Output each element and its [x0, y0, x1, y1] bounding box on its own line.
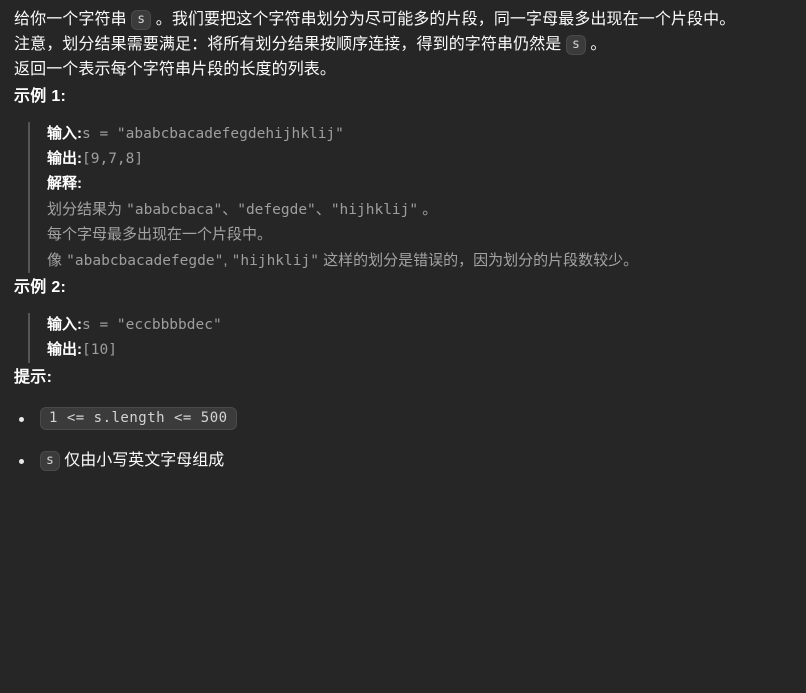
list-item: s 仅由小写英文字母组成	[14, 449, 800, 473]
example-1-explanation-fragment: 、	[222, 200, 238, 218]
problem-description-page: 给你一个字符串 s 。我们要把这个字符串划分为尽可能多的片段，同一字母最多出现在…	[0, 0, 806, 473]
example-1-explanation-code: "hijhklij"	[231, 252, 319, 269]
example-1-explanation-fragment: 。	[418, 200, 438, 218]
hints-heading: 提示:	[14, 368, 53, 386]
example-1-explanation-fragment: 每个字母最多出现在一个片段中。	[47, 226, 273, 244]
example-1-heading: 示例 1:	[14, 88, 67, 106]
example-1-output-label: 输出:	[47, 150, 82, 168]
example-1-input-line: 输入:s = "ababcbacadefegdehijhklij"	[47, 122, 800, 147]
inline-code-s: s	[565, 34, 586, 55]
hints-list: 1 <= s.length <= 500 s 仅由小写英文字母组成	[14, 406, 800, 473]
paragraph-1-before: 给你一个字符串	[14, 11, 132, 28]
example-1-explanation-text: 划分结果为 "ababcbaca"、"defegde"、"hijhklij" 。	[47, 197, 800, 222]
example-1-explanation-line: 解释:	[47, 172, 800, 197]
example-2-input-value: s = "eccbbbbdec"	[82, 316, 222, 333]
example-2-output-label: 输出:	[47, 340, 82, 358]
inline-code-s: s	[131, 10, 152, 30]
example-1-explanation-code: "defegde"	[237, 201, 316, 218]
example-1-input-value: s = "ababcbacadefegdehijhklij"	[82, 126, 344, 143]
example-1-block: 输入:s = "ababcbacadefegdehijhklij" 输出:[9,…	[28, 122, 800, 273]
example-1-explanation-fragment: 划分结果为	[47, 200, 127, 218]
example-1-explanation-code: "hijhklij"	[330, 201, 419, 218]
example-1-explanation-fragment: 像	[47, 251, 67, 269]
hint-code-s: s	[40, 451, 60, 472]
example-2-block: 输入:s = "eccbbbbdec" 输出:[10]	[28, 312, 800, 363]
example-2-output-line: 输出:[10]	[47, 338, 800, 363]
example-1-explanation-code: "ababcbaca"	[126, 201, 223, 218]
paragraph-2: 注意，划分结果需要满足：将所有划分结果按顺序连接，得到的字符串仍然是 s 。	[14, 33, 800, 58]
example-2-input-line: 输入:s = "eccbbbbdec"	[47, 313, 800, 338]
example-2-heading: 示例 2:	[14, 278, 67, 296]
example-1-explanation-fragment: 、	[315, 200, 331, 218]
example-1-explanation-label: 解释:	[47, 175, 82, 193]
example-1-output-value: [9,7,8]	[82, 151, 144, 168]
example-1-explanation-body: 划分结果为 "ababcbaca"、"defegde"、"hijhklij" 。…	[47, 197, 800, 273]
example-2-output-value: [10]	[82, 341, 117, 358]
example-1-explanation-fragment: ,	[223, 251, 232, 269]
list-item: 1 <= s.length <= 500	[14, 406, 800, 431]
example-2-input-label: 输入:	[47, 315, 82, 333]
example-1-explanation-code: "ababcbacadefegde"	[66, 252, 224, 269]
example-1-input-label: 输入:	[47, 125, 82, 143]
paragraph-3: 返回一个表示每个字符串片段的长度的列表。	[14, 60, 337, 78]
hint-text: 仅由小写英文字母组成	[59, 451, 225, 469]
example-1-explanation-fragment: 这样的划分是错误的，因为划分的片段数较少。	[318, 251, 639, 269]
example-1-output-line: 输出:[9,7,8]	[47, 147, 800, 172]
paragraph-2-before: 注意，划分结果需要满足：将所有划分结果按顺序连接，得到的字符串仍然是	[14, 35, 566, 53]
hint-code-length-constraint: 1 <= s.length <= 500	[40, 406, 237, 430]
paragraph-1: 给你一个字符串 s 。我们要把这个字符串划分为尽可能多的片段，同一字母最多出现在…	[14, 8, 800, 33]
example-1-explanation-text: 像 "ababcbacadefegde", "hijhklij" 这样的划分是错…	[47, 248, 800, 273]
example-1-explanation-text: 每个字母最多出现在一个片段中。	[47, 222, 800, 247]
paragraph-1-after: 。我们要把这个字符串划分为尽可能多的片段，同一字母最多出现在一个片段中。	[151, 11, 736, 28]
paragraph-2-after: 。	[585, 35, 607, 53]
